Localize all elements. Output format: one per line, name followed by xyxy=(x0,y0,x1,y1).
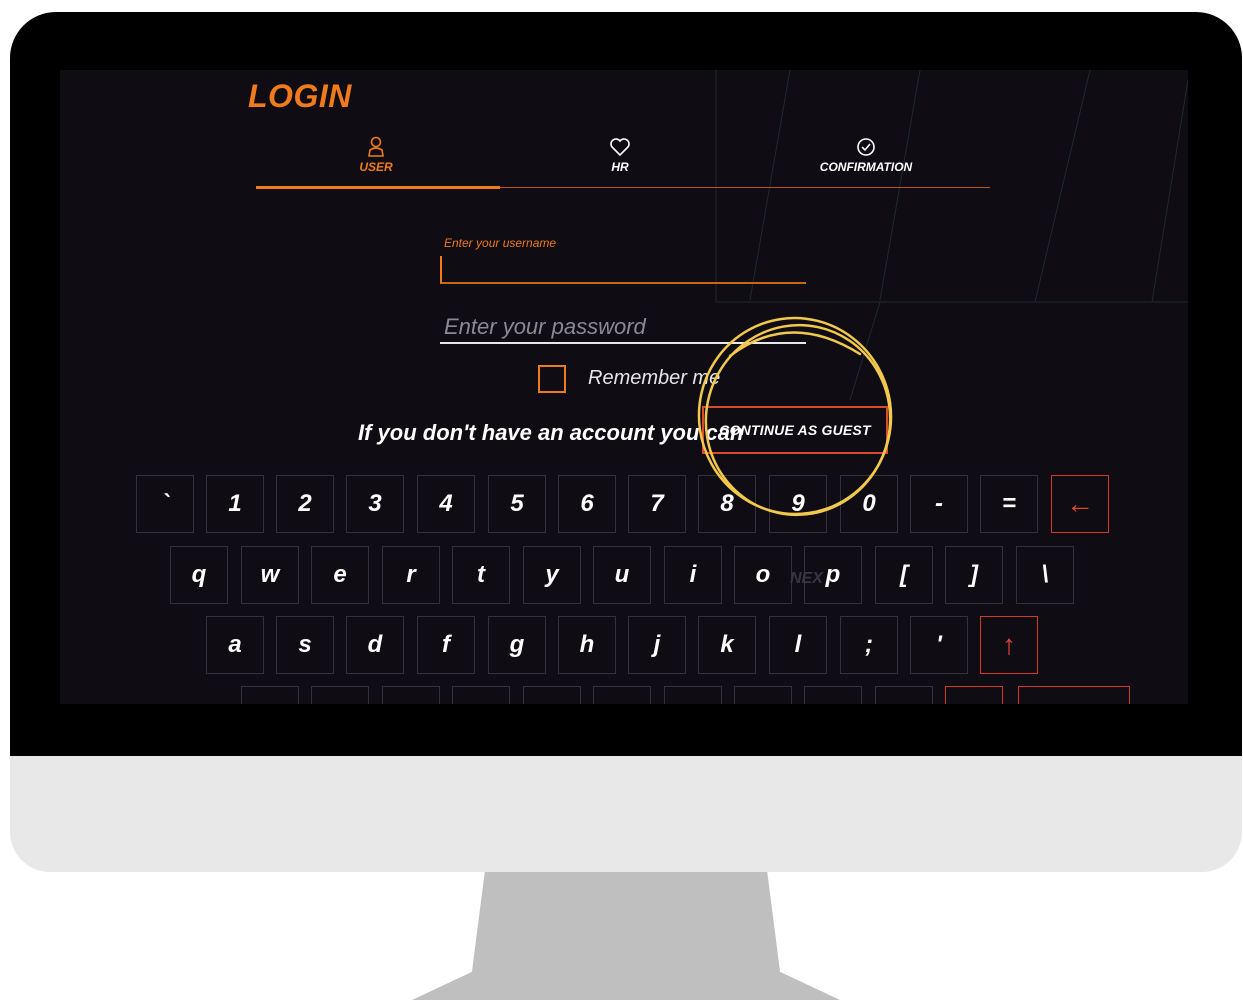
active-tab-indicator xyxy=(256,186,500,189)
key-8[interactable]: 8 xyxy=(698,475,756,533)
tab-confirmation-label: CONFIRMATION xyxy=(819,160,913,174)
key-4[interactable]: 4 xyxy=(417,475,475,533)
remember-me-label: Remember me xyxy=(588,367,721,389)
key-o[interactable]: o xyxy=(734,546,792,604)
backspace-arrow-icon[interactable]: ← xyxy=(1051,475,1109,533)
key-i[interactable]: i xyxy=(664,546,722,604)
key-w[interactable]: w xyxy=(241,546,299,604)
key-r[interactable]: r xyxy=(382,546,440,604)
next-button[interactable]: NEXT xyxy=(1018,686,1130,704)
key-apostrophe[interactable]: ' xyxy=(910,616,968,674)
key-right-bracket[interactable]: ] xyxy=(945,546,1003,604)
key-h[interactable]: h xyxy=(558,616,616,674)
key-row4-10[interactable] xyxy=(875,686,933,704)
key-e[interactable]: e xyxy=(311,546,369,604)
tab-hr-label: HR xyxy=(611,160,629,174)
login-screen: LOGIN USER HR CONFIRMATION Enter your us… xyxy=(60,70,1188,704)
tab-user[interactable]: USER xyxy=(306,136,446,174)
key-9[interactable]: 9 xyxy=(769,475,827,533)
key-row4-red[interactable] xyxy=(945,686,1003,704)
key-equals[interactable]: = xyxy=(980,475,1038,533)
monitor-chin xyxy=(10,756,1242,872)
key-row4-8[interactable] xyxy=(734,686,792,704)
password-field[interactable] xyxy=(440,312,806,344)
key-5[interactable]: 5 xyxy=(488,475,546,533)
key-6[interactable]: 6 xyxy=(558,475,616,533)
key-row4-1[interactable] xyxy=(241,686,299,704)
guest-prompt-text: If you don't have an account you can xyxy=(358,420,744,445)
heart-icon xyxy=(610,138,630,157)
key-semicolon[interactable]: ; xyxy=(840,616,898,674)
key-2[interactable]: 2 xyxy=(276,475,334,533)
key-s[interactable]: s xyxy=(276,616,334,674)
key-t[interactable]: t xyxy=(452,546,510,604)
key-row4-3[interactable] xyxy=(382,686,440,704)
key-row4-7[interactable] xyxy=(664,686,722,704)
tab-hr[interactable]: HR xyxy=(550,136,690,174)
key-backtick[interactable]: ` xyxy=(136,475,194,533)
key-row4-4[interactable] xyxy=(452,686,510,704)
remember-me-checkbox[interactable] xyxy=(538,365,566,393)
key-row4-6[interactable] xyxy=(593,686,651,704)
shift-arrow-icon[interactable]: ↑ xyxy=(980,616,1038,674)
key-backslash[interactable]: \ xyxy=(1016,546,1074,604)
monitor-stand xyxy=(412,872,840,1000)
key-row4-9[interactable] xyxy=(804,686,862,704)
tab-confirmation[interactable]: CONFIRMATION xyxy=(796,136,936,174)
key-row4-2[interactable] xyxy=(311,686,369,704)
key-0[interactable]: 0 xyxy=(840,475,898,533)
key-y[interactable]: y xyxy=(523,546,581,604)
key-d[interactable]: d xyxy=(346,616,404,674)
user-icon xyxy=(368,136,384,157)
key-7[interactable]: 7 xyxy=(628,475,686,533)
key-a[interactable]: a xyxy=(206,616,264,674)
key-q[interactable]: q xyxy=(170,546,228,604)
key-left-bracket[interactable]: [ xyxy=(875,546,933,604)
key-1[interactable]: 1 xyxy=(206,475,264,533)
key-l[interactable]: l xyxy=(769,616,827,674)
key-minus[interactable]: - xyxy=(910,475,968,533)
tab-user-label: USER xyxy=(359,160,393,174)
key-f[interactable]: f xyxy=(417,616,475,674)
continue-as-guest-button[interactable]: CONTINUE AS GUEST xyxy=(702,406,888,454)
key-j[interactable]: j xyxy=(628,616,686,674)
next-ghost-text: NEX xyxy=(790,570,823,587)
page-title: LOGIN xyxy=(248,78,352,114)
username-label: Enter your username xyxy=(444,236,557,250)
key-row4-5[interactable] xyxy=(523,686,581,704)
check-circle-icon xyxy=(857,138,875,156)
username-field[interactable] xyxy=(440,256,806,284)
key-u[interactable]: u xyxy=(593,546,651,604)
key-k[interactable]: k xyxy=(698,616,756,674)
key-g[interactable]: g xyxy=(488,616,546,674)
key-3[interactable]: 3 xyxy=(346,475,404,533)
